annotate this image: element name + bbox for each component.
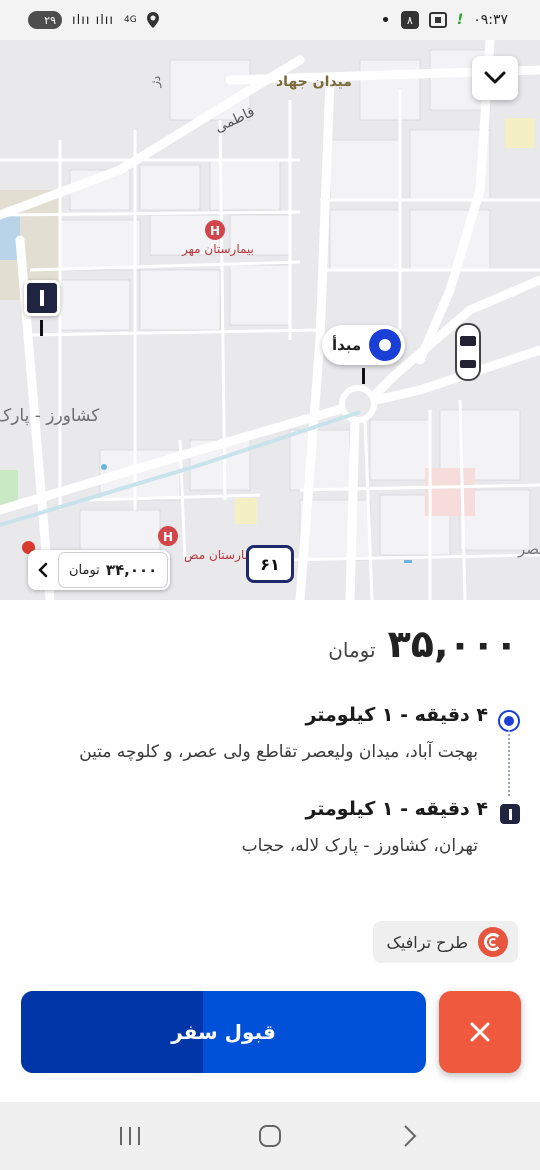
accept-trip-label: قبول سفر (171, 1020, 276, 1044)
origin-dot-icon (369, 329, 402, 361)
system-nav-bar (0, 1102, 540, 1170)
home-button[interactable] (245, 1111, 295, 1161)
map-label-hospital-mehr: بیمارستان مهر (182, 242, 254, 256)
battery-level: ۲۹ (44, 13, 56, 27)
map-label-maydan-jahad: میدان جهاد (276, 74, 352, 90)
map-label-right-edge: عصر (518, 540, 540, 558)
dot-icon: • (380, 9, 391, 31)
recents-icon (120, 1127, 140, 1145)
origin-eta: ۴ دقیقه - ۱ کیلومتر (305, 704, 488, 726)
origin-circle-icon (498, 710, 520, 732)
origin-marker-label: مبدأ (332, 336, 362, 354)
alt-price-amount: ۳۴,۰۰۰ (105, 561, 158, 579)
origin-stop: ۴ دقیقه - ۱ کیلومتر بهجت آباد، میدان ولی… (20, 704, 520, 762)
origin-marker-stem (362, 368, 365, 384)
origin-address: بهجت آباد، میدان ولیعصر تقاطع ولی عصر، و… (79, 742, 478, 762)
accept-trip-button[interactable]: قبول سفر (21, 991, 426, 1073)
svg-text:H: H (163, 530, 173, 544)
map-view[interactable]: H H میدان جهاد فاطمی دژ بیمارستان مهر کش… (0, 40, 540, 600)
back-icon (404, 1125, 417, 1147)
chevron-down-icon (484, 71, 506, 84)
notification-count: ۸ (406, 13, 413, 27)
network-type: 4G (124, 14, 137, 25)
trip-price-amount: ۳۵,۰۰۰ (387, 622, 518, 666)
trip-offer-sheet: ۳۵,۰۰۰ تومان ۴ دقیقه - ۱ کیلومتر بهجت آب… (0, 600, 540, 1102)
traffic-plan-icon (478, 927, 508, 957)
chevron-left-icon (28, 550, 58, 590)
recents-button[interactable] (105, 1111, 155, 1161)
notification-badge-icon: ۸ (400, 11, 419, 29)
close-icon (470, 1022, 490, 1042)
map-label-keshavarz: کشاورز - پارک (0, 406, 100, 426)
destination-stop: ۴ دقیقه - ۱ کیلومتر تهران، کشاورز - پارک… (20, 798, 520, 856)
trip-price-unit: تومان (328, 638, 376, 662)
reject-trip-button[interactable] (439, 991, 521, 1073)
status-bar: ۲۹ ılıı ılıı 4G • ۸ ! ۰۹:۳۷ (0, 0, 540, 40)
destination-square-icon (500, 804, 520, 824)
status-left: ۲۹ ılıı ılıı 4G (28, 11, 159, 29)
alt-price-chip[interactable]: تومان ۳۴,۰۰۰ (28, 550, 171, 590)
traffic-plan-chip[interactable]: طرح ترافیک (372, 921, 518, 963)
route-connector (508, 730, 510, 796)
back-button[interactable] (385, 1111, 435, 1161)
map-label-street-top: دژ (147, 74, 164, 88)
route-number-badge: ۶۱ (246, 545, 294, 583)
traffic-plan-label: طرح ترافیک (386, 932, 469, 952)
alt-price-unit: تومان (69, 562, 100, 578)
destination-eta: ۴ دقیقه - ۱ کیلومتر (305, 798, 488, 820)
destination-marker-stem (40, 320, 43, 336)
map-streets: H H (0, 40, 540, 600)
scan-icon (428, 12, 447, 28)
origin-marker[interactable]: مبدأ (322, 325, 406, 365)
alert-icon: ! (456, 12, 464, 28)
signal-icon: ılıı ılıı (72, 12, 115, 28)
collapse-button[interactable] (472, 56, 518, 100)
alt-price-value: تومان ۳۴,۰۰۰ (58, 552, 169, 588)
destination-address: تهران، کشاورز - پارک لاله، حجاب (241, 836, 478, 856)
trip-price: ۳۵,۰۰۰ تومان (328, 622, 518, 666)
home-icon (259, 1125, 281, 1147)
status-time: ۰۹:۳۷ (473, 12, 508, 28)
svg-text:H: H (210, 224, 220, 238)
battery-icon: ۲۹ (28, 11, 62, 29)
location-icon (146, 12, 159, 28)
status-right: • ۸ ! ۰۹:۳۷ (380, 10, 508, 31)
destination-marker[interactable] (24, 280, 60, 316)
